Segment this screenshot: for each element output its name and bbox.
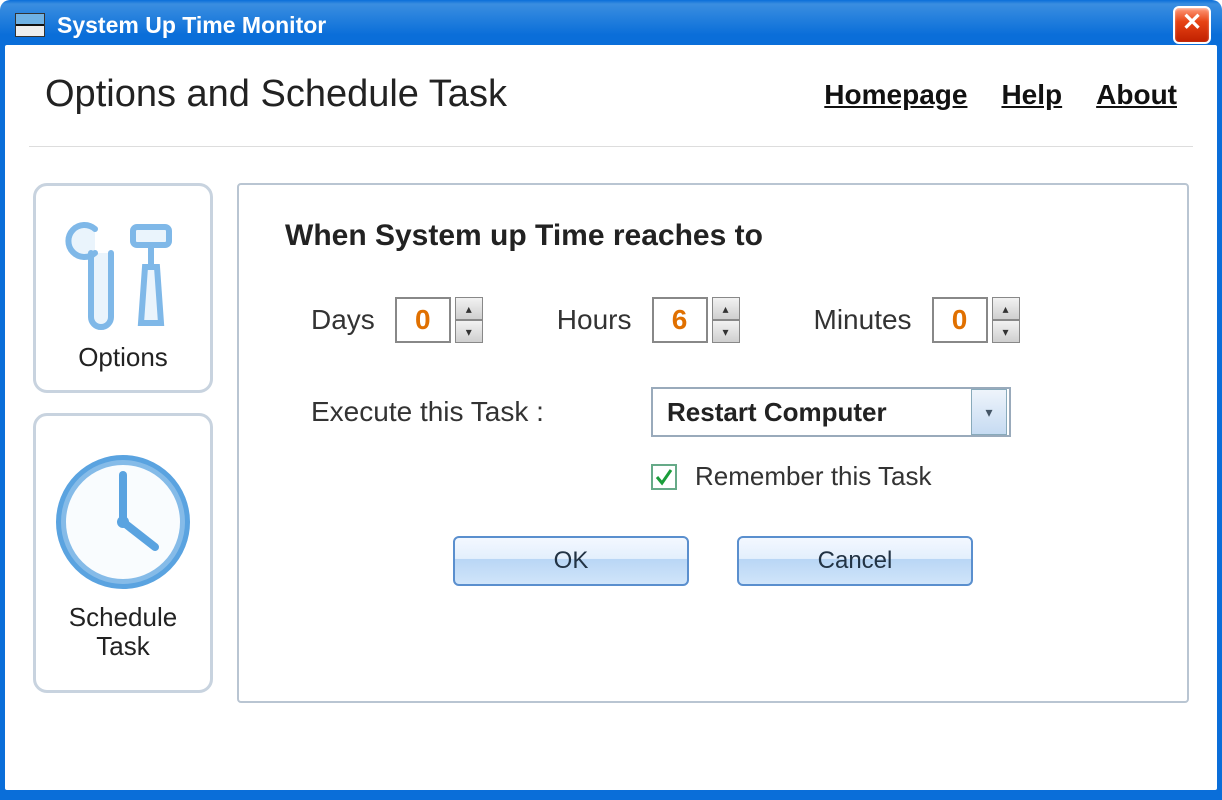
app-icon bbox=[15, 13, 45, 37]
check-icon bbox=[654, 467, 674, 487]
task-row: Execute this Task : Restart Computer ▾ bbox=[311, 387, 1141, 437]
window-title: System Up Time Monitor bbox=[57, 12, 326, 39]
task-selected: Restart Computer bbox=[653, 397, 969, 428]
action-row: OK Cancel bbox=[285, 536, 1141, 586]
close-button[interactable]: ✕ bbox=[1173, 6, 1211, 44]
header-links: Homepage Help About bbox=[824, 79, 1177, 111]
sidebar-schedule-label: Schedule Task bbox=[69, 603, 177, 660]
chevron-down-icon: ▾ bbox=[985, 404, 992, 421]
days-label: Days bbox=[311, 304, 375, 336]
sidebar-options-button[interactable]: Options bbox=[33, 183, 213, 393]
tools-icon bbox=[63, 207, 183, 337]
hours-spinner: ▴ ▾ bbox=[652, 297, 740, 343]
hours-up-button[interactable]: ▴ bbox=[712, 297, 740, 320]
minutes-down-button[interactable]: ▾ bbox=[992, 320, 1020, 343]
about-link[interactable]: About bbox=[1096, 79, 1177, 111]
sidebar-options-label: Options bbox=[78, 343, 168, 372]
divider bbox=[29, 146, 1193, 147]
hours-input[interactable] bbox=[652, 297, 708, 343]
page-title: Options and Schedule Task bbox=[45, 73, 507, 116]
minutes-label: Minutes bbox=[814, 304, 912, 336]
task-label: Execute this Task : bbox=[311, 396, 651, 428]
titlebar[interactable]: System Up Time Monitor ✕ bbox=[5, 5, 1217, 45]
homepage-link[interactable]: Homepage bbox=[824, 79, 967, 111]
main-panel: When System up Time reaches to Days ▴ ▾ … bbox=[237, 183, 1189, 703]
sidebar-schedule-button[interactable]: Schedule Task bbox=[33, 413, 213, 693]
client-area: Options and Schedule Task Homepage Help … bbox=[5, 45, 1217, 790]
dropdown-button[interactable]: ▾ bbox=[971, 389, 1007, 435]
remember-label: Remember this Task bbox=[695, 461, 932, 492]
remember-checkbox[interactable] bbox=[651, 464, 677, 490]
remember-row: Remember this Task bbox=[651, 461, 1141, 492]
header-row: Options and Schedule Task Homepage Help … bbox=[33, 63, 1189, 146]
panel-heading: When System up Time reaches to bbox=[285, 219, 1141, 253]
minutes-input[interactable] bbox=[932, 297, 988, 343]
clock-icon bbox=[53, 447, 193, 597]
days-up-button[interactable]: ▴ bbox=[455, 297, 483, 320]
days-down-button[interactable]: ▾ bbox=[455, 320, 483, 343]
minutes-spinner: ▴ ▾ bbox=[932, 297, 1020, 343]
body-row: Options Schedule Task When System up Tim… bbox=[33, 183, 1189, 703]
ok-button[interactable]: OK bbox=[453, 536, 689, 586]
task-dropdown[interactable]: Restart Computer ▾ bbox=[651, 387, 1011, 437]
days-spinner: ▴ ▾ bbox=[395, 297, 483, 343]
hours-label: Hours bbox=[557, 304, 632, 336]
cancel-button[interactable]: Cancel bbox=[737, 536, 973, 586]
days-input[interactable] bbox=[395, 297, 451, 343]
help-link[interactable]: Help bbox=[1001, 79, 1062, 111]
application-window: System Up Time Monitor ✕ Options and Sch… bbox=[0, 0, 1222, 800]
time-row: Days ▴ ▾ Hours ▴ ▾ bbox=[311, 297, 1141, 343]
sidebar: Options Schedule Task bbox=[33, 183, 213, 703]
close-icon: ✕ bbox=[1182, 9, 1202, 36]
hours-down-button[interactable]: ▾ bbox=[712, 320, 740, 343]
minutes-up-button[interactable]: ▴ bbox=[992, 297, 1020, 320]
